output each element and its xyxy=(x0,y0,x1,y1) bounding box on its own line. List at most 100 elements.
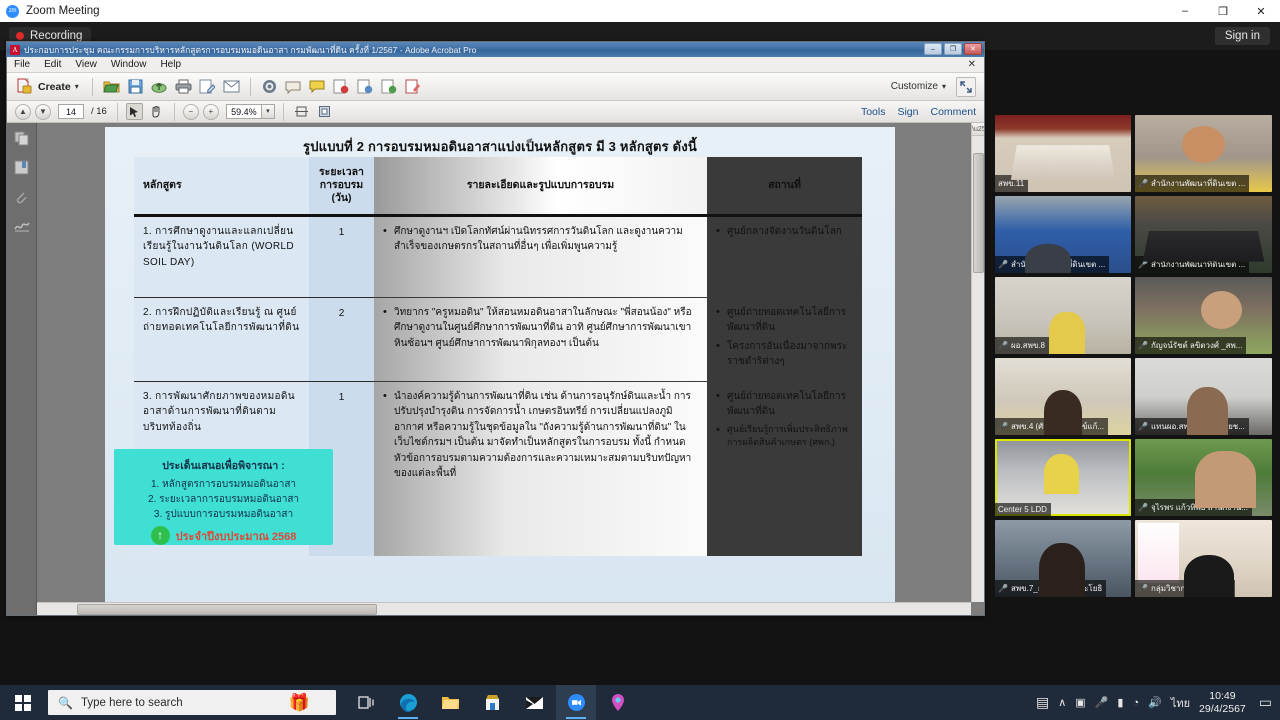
sign-tab[interactable]: Sign xyxy=(897,106,918,118)
participant-tile-11[interactable]: 🎤 สพข.7_สุนีย์รัตน์ ไลหะโยธิ xyxy=(995,520,1131,597)
callout-fiscal-year: ประจำปีงบประมาณ 2568 xyxy=(175,530,297,543)
fit-width-icon[interactable] xyxy=(292,102,311,121)
tools-tab[interactable]: Tools xyxy=(861,106,886,118)
customize-caret-icon: ▾ xyxy=(941,82,946,91)
vertical-scroll-thumb[interactable] xyxy=(973,153,984,273)
acrobat-close-icon[interactable]: ✕ xyxy=(964,43,982,55)
participant-tile-2[interactable]: 🎤 สำนักงานพัฒนาที่ดินเขต ... xyxy=(1135,115,1272,192)
acrobat-main-toolbar: Create ▾ Customize ▾ xyxy=(7,73,984,101)
page-toolbar-divider xyxy=(116,102,118,121)
cursor-select-icon[interactable] xyxy=(125,103,143,120)
comment-tab[interactable]: Comment xyxy=(930,106,976,118)
mic-muted-icon: 🎤 xyxy=(998,584,1008,593)
adobe-acrobat-window: A ประกอบการประชุม คณะกรรมการบริหารหลักสู… xyxy=(6,41,985,616)
minimize-icon[interactable]: – xyxy=(1166,0,1204,22)
menu-item-help[interactable]: Help xyxy=(160,59,181,70)
edit-pdf-icon[interactable] xyxy=(198,77,217,96)
zoom-dropdown-caret-icon[interactable]: ▾ xyxy=(261,104,275,119)
table-header-row: หลักสูตร ระยะเวลา การอบรม (วัน) รายละเอี… xyxy=(134,157,862,217)
participant-tile-3[interactable]: 🎤 สำนักงานพัฒนาที่ดินเขต ... xyxy=(995,196,1131,273)
upload-cloud-icon[interactable] xyxy=(150,77,169,96)
mail-icon[interactable] xyxy=(514,685,554,720)
page-thumbnails-icon[interactable] xyxy=(13,131,31,147)
vertical-scrollbar[interactable]: \u25b2 xyxy=(971,123,984,602)
file-explorer-icon[interactable] xyxy=(430,685,470,720)
zoom-app-icon[interactable] xyxy=(556,685,596,720)
maximize-icon[interactable]: ❐ xyxy=(1204,0,1242,22)
save-icon[interactable] xyxy=(126,77,145,96)
expand-toolbar-icon[interactable] xyxy=(956,76,976,97)
horizontal-scrollbar[interactable] xyxy=(37,602,971,615)
email-icon[interactable] xyxy=(222,77,241,96)
page-number-input[interactable]: 14 xyxy=(58,104,84,119)
microsoft-store-icon[interactable] xyxy=(472,685,512,720)
camera-icon[interactable]: ▣ xyxy=(1075,696,1085,709)
next-page-button[interactable]: ▼ xyxy=(35,103,51,120)
search-input[interactable]: 🔍 Type here to search 🎁 xyxy=(48,690,336,715)
customize-toolbar-button[interactable]: Customize ▾ xyxy=(891,81,946,92)
language-indicator[interactable]: ไทย xyxy=(1171,694,1190,712)
document-close-icon[interactable]: ✕ xyxy=(968,59,976,70)
search-icon: 🔍 xyxy=(58,695,73,710)
create-pdf-from-file-icon[interactable] xyxy=(356,77,375,96)
acrobat-restore-icon[interactable]: ❐ xyxy=(944,43,962,55)
row2-venue-item-1: ศูนย์ถ่ายทอดเทคโนโลยีการพัฒนาที่ดิน xyxy=(716,304,853,336)
battery-icon[interactable]: ▮ xyxy=(1117,696,1123,709)
task-view-icon[interactable] xyxy=(346,685,386,720)
menu-item-file[interactable]: File xyxy=(14,59,30,70)
participant-tile-12[interactable]: 🎤 กลุ่มวิชาการฯ (สพข. 2) xyxy=(1135,520,1272,597)
participant-tile-7[interactable]: 🎤 สพข.4 (ศัญญาพร สังข์แก้... xyxy=(995,358,1131,435)
participant-tile-5[interactable]: 🎤 ผอ.สพข.8 xyxy=(995,277,1131,354)
chevron-up-icon[interactable]: ∧ xyxy=(1058,696,1066,709)
participant-tile-6[interactable]: 🎤 กัญจน์รัชต์ ลขิตวงศ์ _สพ... xyxy=(1135,277,1272,354)
sign-in-button[interactable]: Sign in xyxy=(1214,27,1270,45)
participant-tile-4[interactable]: 🎤 สำนักงานพัฒนาที่ดินเขต ... xyxy=(1135,196,1272,273)
sign-form-icon[interactable] xyxy=(404,77,423,96)
comment-bubble-icon[interactable] xyxy=(284,77,303,96)
microsoft-edge-icon[interactable] xyxy=(388,685,428,720)
acrobat-minimize-icon[interactable]: – xyxy=(924,43,942,55)
tools-gear-icon[interactable] xyxy=(260,77,279,96)
previous-page-button[interactable]: ▲ xyxy=(15,103,31,120)
participant-tile-9-active-speaker[interactable]: Center 5 LDD xyxy=(995,439,1131,516)
menu-item-view[interactable]: View xyxy=(75,59,97,70)
create-pdf-button[interactable]: Create ▾ xyxy=(15,77,79,96)
mic-muted-icon: 🎤 xyxy=(1138,179,1148,188)
pdf-canvas[interactable]: รูปแบบที่ 2 การอบรมหมอดินอาสาแบ่งเป็นหลั… xyxy=(37,123,984,615)
col-header-details: รายละเอียดและรูปแบบการอบรม xyxy=(374,157,707,217)
clock-date: 29/4/2567 xyxy=(1199,702,1246,715)
zoom-level-input[interactable]: 59.4% xyxy=(225,104,262,119)
bookmarks-icon[interactable] xyxy=(13,160,31,176)
export-pdf-icon[interactable] xyxy=(332,77,351,96)
acrobat-app-icon: A xyxy=(10,44,20,55)
row1-detail-item: ศึกษาดูงานฯ เปิดโลกทัศน์ผ่านนิทรรศการวัน… xyxy=(383,223,698,255)
scroll-up-arrow-icon[interactable]: \u25b2 xyxy=(972,123,984,136)
menu-item-window[interactable]: Window xyxy=(111,59,147,70)
horizontal-scroll-thumb[interactable] xyxy=(77,604,377,615)
sticky-note-icon[interactable] xyxy=(308,77,327,96)
volume-icon[interactable]: 🔊 xyxy=(1148,696,1162,709)
attachments-icon[interactable] xyxy=(13,189,31,205)
microphone-icon[interactable]: 🎤 xyxy=(1095,696,1109,709)
fit-page-icon[interactable] xyxy=(315,102,334,121)
close-icon[interactable]: ✕ xyxy=(1242,0,1280,22)
open-file-icon[interactable] xyxy=(102,77,121,96)
print-icon[interactable] xyxy=(174,77,193,96)
participant-tile-10[interactable]: 🎤 จุไรพร แก้วทิพย์ สำนักงาน... xyxy=(1135,439,1272,516)
gps-map-icon[interactable] xyxy=(598,685,638,720)
zoom-out-button[interactable]: − xyxy=(182,103,199,120)
row3-detail-item: นำองค์ความรู้ด้านการพัฒนาที่ดิน เช่น ด้า… xyxy=(383,388,698,482)
menu-item-edit[interactable]: Edit xyxy=(44,59,61,70)
hand-pan-icon[interactable] xyxy=(147,102,166,121)
windows-start-icon[interactable] xyxy=(0,685,46,720)
clock[interactable]: 10:49 29/4/2567 xyxy=(1199,690,1246,714)
participant-tile-1[interactable]: สพข.11 xyxy=(995,115,1131,192)
notification-center-icon[interactable]: ▭ xyxy=(1259,694,1272,711)
participant-tile-8[interactable]: 🎤 แทนผอ.สพข.10(นายชัยช... xyxy=(1135,358,1272,435)
zoom-in-button[interactable]: + xyxy=(202,103,219,120)
mic-muted-icon: 🎤 xyxy=(998,422,1008,431)
signatures-icon[interactable] xyxy=(13,218,31,234)
combine-files-icon[interactable] xyxy=(380,77,399,96)
news-and-interests-icon[interactable]: ▤ xyxy=(1036,694,1049,711)
wifi-icon[interactable]: ◔ xyxy=(1132,697,1139,709)
